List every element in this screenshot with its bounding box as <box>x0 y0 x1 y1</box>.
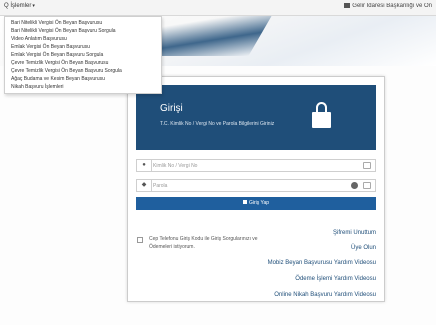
sms-login-label: Cep Telefonu Giriş Kodu ile Giriş Sorgul… <box>149 236 258 250</box>
dropdown-item[interactable]: Ağaç Budama ve Kesim Beyan Başvurusu <box>5 75 161 83</box>
login-icon <box>242 200 247 204</box>
dropdown-item[interactable]: Emlak Vergisi Ön Beyan Başvuru Sorgula <box>5 51 161 59</box>
dropdown-item[interactable]: Nikah Başvuru İşlemleri <box>5 83 161 91</box>
dropdown-item[interactable]: Emlak Vergisi Ön Beyan Başvurusu <box>5 43 161 51</box>
dropdown-item[interactable]: Çevre Temizlik Vergisi Ön Beyan Başvurus… <box>5 59 161 67</box>
username-field: ● <box>136 159 376 172</box>
login-panel: Girişi T.C. Kimlik No / Vergi No ve Paro… <box>127 76 385 302</box>
eye-icon[interactable] <box>351 182 358 189</box>
sms-login-checkbox[interactable] <box>137 237 143 243</box>
help-video-link-1[interactable]: Mobiz Beyan Başvurusu Yardım Videosu <box>268 260 376 266</box>
top-bar: Q İşlemler▾ Gelir İdaresi Başkanlığı ve … <box>0 0 436 16</box>
login-button[interactable]: Giriş Yap <box>136 197 376 210</box>
operations-dropdown-menu: Bari Nitelikli Vergisi Ön Beyan Başvurus… <box>4 16 162 94</box>
operations-menu-toggle[interactable]: Q İşlemler▾ <box>4 3 35 9</box>
operations-menu-label: Q İşlemler <box>4 3 32 9</box>
dropdown-item[interactable]: Bari Nitelikli Vergisi Ön Beyan Başvuru … <box>5 27 161 35</box>
dropdown-item[interactable]: Bari Nitelikli Vergisi Ön Beyan Başvurus… <box>5 19 161 27</box>
dropdown-item[interactable]: Çevre Temizlik Vergisi Ön Beyan Başvuru … <box>5 67 161 75</box>
username-input[interactable] <box>153 161 333 170</box>
help-video-link-2[interactable]: Ödeme İşlemi Yardım Videosu <box>295 276 376 282</box>
user-icon: ● <box>137 160 152 171</box>
building-icon <box>344 3 351 8</box>
lock-icon <box>312 112 331 128</box>
keyboard-icon[interactable] <box>363 162 371 169</box>
dropdown-item[interactable]: Video Anlatım Başvurusu <box>5 35 161 43</box>
password-input[interactable] <box>153 181 333 190</box>
register-link[interactable]: Üye Olun <box>351 245 376 251</box>
password-field: ◆ <box>136 179 376 192</box>
help-video-link-3[interactable]: Online Nikah Başvuru Yardım Videosu <box>274 292 376 298</box>
keyboard-icon[interactable] <box>363 182 371 189</box>
login-button-label: Giriş Yap <box>248 200 270 206</box>
login-panel-header: Girişi T.C. Kimlik No / Vergi No ve Paro… <box>136 85 376 150</box>
forgot-password-link[interactable]: Şifremi Unuttum <box>333 230 376 236</box>
login-title: Girişi <box>160 103 183 114</box>
login-subtitle: T.C. Kimlik No / Vergi No ve Parola Bilg… <box>160 121 275 127</box>
top-right-link[interactable]: Gelir İdaresi Başkanlığı ve On <box>344 3 432 9</box>
top-right-link-label: Gelir İdaresi Başkanlığı ve On <box>352 3 432 9</box>
chevron-down-icon: ▾ <box>32 3 35 9</box>
key-icon: ◆ <box>137 180 152 191</box>
